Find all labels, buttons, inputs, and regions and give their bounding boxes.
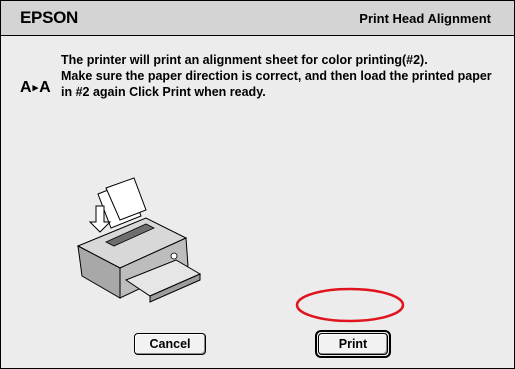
aa-right-glyph: A [39,79,51,96]
instruction-message: The printer will print an alignment shee… [61,52,501,100]
message-line-1: The printer will print an alignment shee… [61,53,428,67]
brand-logo: EPSON [20,8,79,27]
cancel-button[interactable]: Cancel [134,333,206,355]
power-button [170,252,178,260]
printer-with-paper-illustration [76,177,201,303]
dialog-title: Print Head Alignment [359,11,491,26]
aa-alignment-icon: A▸A [20,79,51,97]
print-button-default-frame: Print [315,330,391,358]
dialog-content: A▸A The printer will print an alignment … [1,36,514,368]
aa-left-glyph: A [20,79,32,96]
dialog-header: EPSON Print Head Alignment [1,1,514,36]
message-line-2: Make sure the paper direction is correct… [61,69,492,99]
print-head-alignment-dialog: EPSON Print Head Alignment A▸A The print… [0,0,515,369]
print-button[interactable]: Print [318,333,388,355]
aa-arrow-glyph: ▸ [32,82,39,94]
